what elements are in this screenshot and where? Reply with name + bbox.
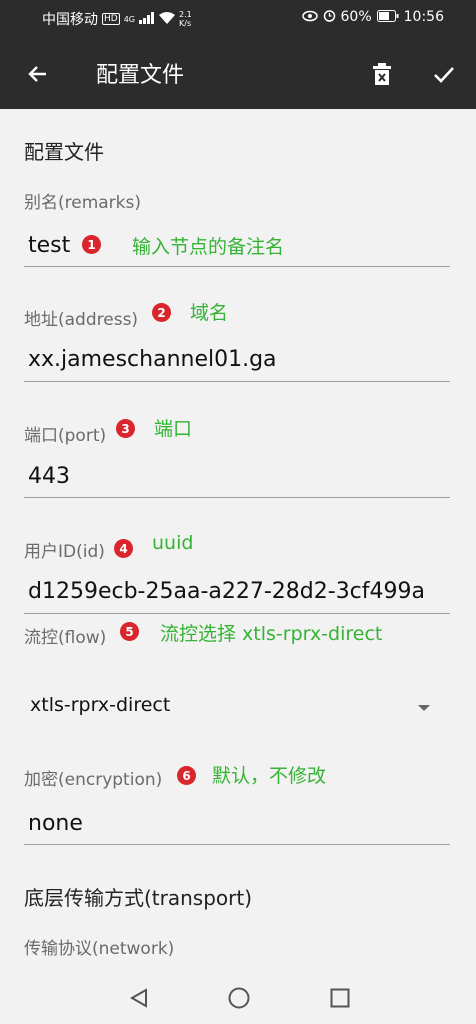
back-button[interactable] <box>20 56 56 92</box>
port-underline <box>24 497 450 498</box>
signal-type-text: 4G <box>123 14 135 24</box>
user-id-input[interactable]: d1259ecb-25aa-a227-28d2-3cf499a <box>28 579 450 604</box>
nav-recent-button[interactable] <box>327 985 353 1011</box>
transport-section-title: 底层传输方式(transport) <box>24 886 253 910</box>
speed-value: 2.1 <box>179 10 192 19</box>
form-content: 配置文件 别名(remarks) test 1 输入节点的备注名 地址(addr… <box>0 109 476 970</box>
remarks-note: 输入节点的备注名 <box>132 236 285 258</box>
remarks-input[interactable]: test <box>28 233 70 258</box>
port-badge: 3 <box>116 419 135 438</box>
encryption-badge: 6 <box>177 766 196 785</box>
user-id-note: uuid <box>152 532 194 554</box>
flow-select[interactable]: xtls-rprx-direct <box>24 685 450 729</box>
triangle-back-icon <box>129 988 147 1008</box>
speed-unit: K/s <box>179 19 192 28</box>
square-recent-icon <box>330 988 350 1008</box>
address-underline <box>24 381 450 382</box>
circle-home-icon <box>228 987 250 1009</box>
flow-label: 流控(flow) <box>24 628 107 648</box>
battery-icon <box>376 9 399 25</box>
trash-icon <box>373 63 391 85</box>
address-input[interactable]: xx.jameschannel01.ga <box>28 347 277 372</box>
remarks-label: 别名(remarks) <box>24 193 142 213</box>
user-id-label: 用户ID(id) <box>24 542 105 562</box>
confirm-button[interactable] <box>426 56 462 92</box>
address-label: 地址(address) <box>24 310 139 330</box>
clock-time: 10:56 <box>403 9 444 25</box>
wifi-icon <box>159 11 175 27</box>
dropdown-arrow-icon <box>418 705 430 711</box>
remarks-badge: 1 <box>82 235 101 254</box>
battery-percent: 60% <box>340 9 372 25</box>
encryption-input[interactable]: none <box>28 811 83 836</box>
status-bar: 中国移动 HD 4G 2.1 K/s 60% 10:56 <box>0 0 476 36</box>
nav-back-button[interactable] <box>126 985 152 1011</box>
user-id-underline <box>24 613 450 614</box>
delete-button[interactable] <box>364 56 400 92</box>
port-note: 端口 <box>154 418 193 440</box>
navigation-bar <box>0 970 476 1024</box>
port-label: 端口(port) <box>24 426 107 446</box>
eye-icon <box>301 10 318 25</box>
encryption-note: 默认，不修改 <box>212 765 327 787</box>
flow-badge: 5 <box>120 622 139 641</box>
encryption-label: 加密(encryption) <box>24 770 163 790</box>
hd-icon: HD <box>102 13 120 25</box>
section-title-config: 配置文件 <box>24 140 104 164</box>
user-id-badge: 4 <box>114 539 133 558</box>
signal-icon <box>139 11 155 27</box>
flow-select-value: xtls-rprx-direct <box>30 694 171 716</box>
flow-note: 流控选择 xtls-rprx-direct <box>160 623 383 645</box>
app-bar: 配置文件 <box>0 36 476 109</box>
address-note: 域名 <box>190 302 229 324</box>
checkmark-icon <box>434 67 454 83</box>
encryption-underline <box>24 844 450 845</box>
port-input[interactable]: 443 <box>28 464 70 489</box>
address-badge: 2 <box>152 303 171 322</box>
network-label: 传输协议(network) <box>24 939 175 959</box>
nav-home-button[interactable] <box>226 985 252 1011</box>
remarks-underline <box>24 266 450 267</box>
carrier-text: 中国移动 <box>42 12 98 28</box>
arrow-left-icon <box>28 66 46 82</box>
alarm-icon <box>323 9 336 25</box>
page-title: 配置文件 <box>96 63 185 88</box>
